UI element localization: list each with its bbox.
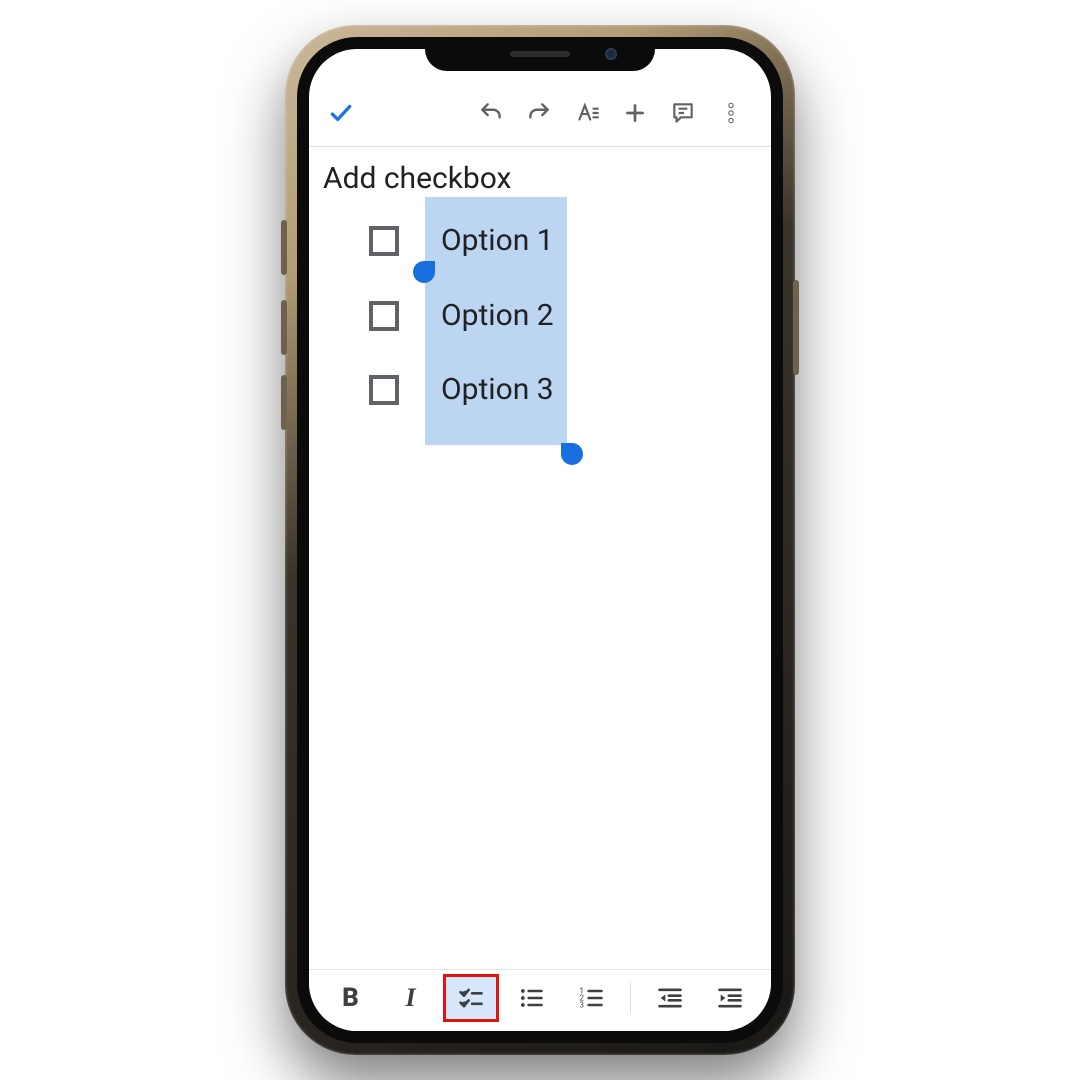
checklist-item[interactable]: Option 3	[369, 373, 759, 408]
done-button[interactable]	[319, 91, 363, 135]
document-title[interactable]: Add checkbox	[323, 161, 759, 196]
selection-handle-end[interactable]	[561, 443, 583, 465]
overflow-menu-button[interactable]	[709, 91, 753, 135]
text-format-button[interactable]	[565, 91, 609, 135]
checklist-item[interactable]: Option 2	[369, 299, 759, 334]
editor-toolbar	[309, 79, 771, 147]
numbered-list-button[interactable]: 123	[566, 977, 616, 1019]
bold-button[interactable]: B	[326, 977, 376, 1019]
toolbar-divider	[630, 983, 631, 1013]
phone-bezel: Add checkbox Option 1 Option 2 Option 3	[297, 37, 783, 1043]
app-screen: Add checkbox Option 1 Option 2 Option 3	[309, 49, 771, 1031]
checklist-item-label[interactable]: Option 2	[439, 299, 556, 334]
phone-notch	[425, 37, 655, 71]
bulleted-list-button[interactable]	[506, 977, 556, 1019]
redo-button[interactable]	[517, 91, 561, 135]
phone-frame: Add checkbox Option 1 Option 2 Option 3	[285, 25, 795, 1055]
checkbox-icon[interactable]	[369, 375, 399, 405]
svg-text:3: 3	[579, 999, 584, 1009]
insert-button[interactable]	[613, 91, 657, 135]
italic-button[interactable]: I	[386, 977, 436, 1019]
outdent-button[interactable]	[645, 977, 695, 1019]
checklist-item[interactable]: Option 1	[369, 224, 759, 259]
checklist-button[interactable]	[446, 977, 496, 1019]
format-toolbar: B I 123	[309, 969, 771, 1031]
document-body[interactable]: Add checkbox Option 1 Option 2 Option 3	[309, 147, 771, 969]
checklist: Option 1 Option 2 Option 3	[369, 224, 759, 408]
indent-button[interactable]	[705, 977, 755, 1019]
comment-button[interactable]	[661, 91, 705, 135]
selection-handle-start[interactable]	[413, 261, 435, 283]
checklist-item-label[interactable]: Option 1	[439, 224, 556, 259]
checkbox-icon[interactable]	[369, 226, 399, 256]
undo-button[interactable]	[469, 91, 513, 135]
checklist-item-label[interactable]: Option 3	[439, 373, 556, 408]
checkbox-icon[interactable]	[369, 301, 399, 331]
